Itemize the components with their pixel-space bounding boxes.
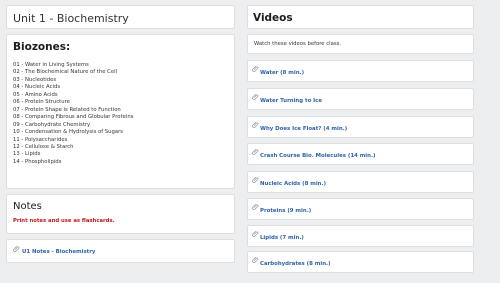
video-link-nucleic-acids[interactable]: Nucleic Acids (8 min.)	[260, 181, 326, 187]
biozone-item: 10 - Condensation & Hydrolysis of Sugars	[13, 129, 124, 136]
biozone-item: 05 - Amino Acids	[13, 91, 58, 98]
biozone-item: 11 - Polysaccharides	[13, 136, 68, 143]
biozone-item: 03 - Nucleotides	[13, 76, 57, 83]
video-link-water-turning-to-ice[interactable]: Water Turning to Ice	[260, 98, 322, 104]
video-item[interactable]: Lipids (7 min.)	[247, 225, 474, 247]
biozones-list: 01 - Water in Living Systems 02 - The Bi…	[13, 62, 228, 166]
video-link-ice-float[interactable]: Why Does Ice Float? (4 min.)	[260, 126, 347, 132]
videos-intro-card: Watch these videos before class.	[247, 34, 474, 54]
paperclip-icon	[252, 121, 259, 128]
video-link-lipids[interactable]: Lipids (7 min.)	[260, 235, 304, 241]
video-item[interactable]: Nucleic Acids (8 min.)	[247, 171, 474, 193]
biozone-item: 08 - Comparing Fibrous and Globular Prot…	[13, 114, 134, 121]
paperclip-icon	[252, 148, 259, 155]
paperclip-icon	[252, 203, 259, 210]
video-link-carbohydrates[interactable]: Carbohydrates (8 min.)	[260, 261, 331, 267]
paperclip-icon	[252, 65, 259, 72]
paperclip-icon	[13, 245, 20, 252]
video-item[interactable]: Water (8 min.)	[247, 60, 474, 82]
notes-link-card[interactable]: U1 Notes - Biochemistry	[6, 239, 235, 263]
biozones-heading: Biozones:	[13, 41, 71, 53]
video-link-crash-course[interactable]: Crash Course Bio. Molecules (14 min.)	[260, 153, 376, 159]
videos-intro-text: Watch these videos before class.	[254, 41, 342, 47]
u1-notes-link[interactable]: U1 Notes - Biochemistry	[22, 249, 95, 255]
notes-instruction: Print notes and use as flashcards.	[13, 218, 115, 224]
paperclip-icon	[252, 256, 259, 263]
notes-heading: Notes	[13, 201, 42, 212]
video-item[interactable]: Why Does Ice Float? (4 min.)	[247, 116, 474, 138]
biozone-item: 13 - Lipids	[13, 151, 41, 158]
video-item[interactable]: Crash Course Bio. Molecules (14 min.)	[247, 143, 474, 165]
videos-header-card: Videos	[247, 5, 474, 29]
video-link-proteins[interactable]: Proteins (9 min.)	[260, 208, 311, 214]
biozones-card: Biozones: 01 - Water in Living Systems 0…	[6, 34, 235, 189]
video-item[interactable]: Carbohydrates (8 min.)	[247, 251, 474, 273]
biozone-item: 12 - Cellulose & Starch	[13, 143, 74, 150]
paperclip-icon	[252, 176, 259, 183]
biozone-item: 14 - Phospholipids	[13, 158, 62, 165]
video-item[interactable]: Water Turning to Ice	[247, 88, 474, 110]
notes-card: Notes Print notes and use as flashcards.	[6, 194, 235, 234]
video-link-water[interactable]: Water (8 min.)	[260, 70, 304, 76]
biozone-item: 06 - Protein Structure	[13, 99, 70, 106]
biozone-item: 09 - Carbohydrate Chemistry	[13, 121, 91, 128]
paperclip-icon	[252, 230, 259, 237]
biozone-item: 07 - Protein Shape is Related to Functio…	[13, 106, 121, 113]
unit-title-card: Unit 1 - Biochemistry	[6, 5, 235, 29]
videos-heading: Videos	[253, 12, 293, 24]
biozone-item: 04 - Nucleic Acids	[13, 84, 61, 91]
page-title: Unit 1 - Biochemistry	[13, 12, 129, 25]
video-item[interactable]: Proteins (9 min.)	[247, 198, 474, 220]
biozone-item: 02 - The Biochemical Nature of the Cell	[13, 69, 118, 76]
paperclip-icon	[252, 93, 259, 100]
biozone-item: 01 - Water in Living Systems	[13, 62, 89, 68]
